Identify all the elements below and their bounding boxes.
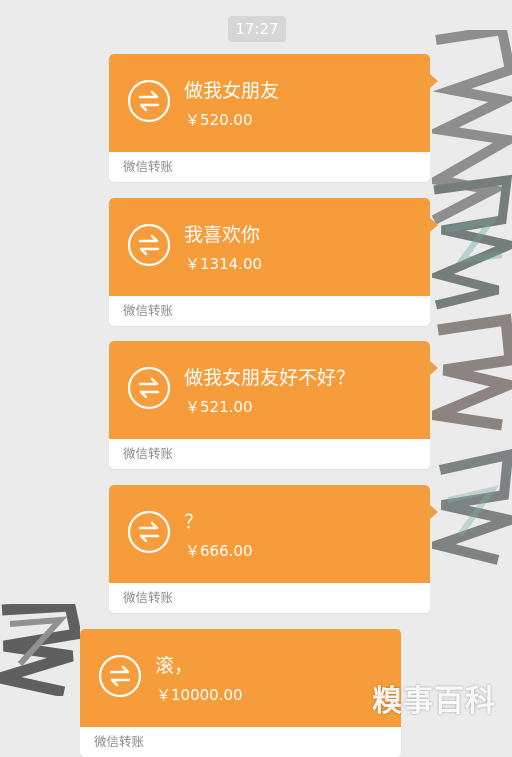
transfer-footer: 微信转账	[80, 727, 401, 757]
transfer-message: 滚，	[155, 655, 194, 677]
transfer-message: 我喜欢你	[184, 224, 261, 246]
transfer-footer: 微信转账	[109, 583, 430, 613]
transfer-message: 做我女朋友好不好？	[184, 367, 356, 389]
bubble-tail	[430, 74, 438, 88]
transfer-message: 做我女朋友	[184, 80, 280, 102]
transfer-arrows-icon	[127, 510, 171, 554]
transfer-message: ？	[184, 511, 204, 533]
transfer-amount: ￥520.00	[185, 111, 253, 129]
message-timestamp: 17:27	[228, 16, 286, 42]
transfer-arrows-icon	[127, 366, 171, 410]
transfer-arrows-icon	[98, 654, 142, 698]
transfer-card[interactable]: ？ ￥666.00 微信转账	[109, 485, 438, 613]
transfer-amount: ￥666.00	[185, 542, 253, 560]
transfer-card[interactable]: 滚， ￥10000.00 微信转账	[80, 629, 401, 757]
watermark: 糗事百科	[372, 684, 496, 719]
transfer-footer: 微信转账	[109, 152, 430, 182]
bubble-tail	[430, 218, 438, 232]
transfer-card[interactable]: 做我女朋友 ￥520.00 微信转账	[109, 54, 438, 182]
transfer-arrows-icon	[127, 79, 171, 123]
bubble-tail	[430, 361, 438, 375]
transfer-card-body: 做我女朋友 ￥520.00	[109, 54, 430, 152]
transfer-card-body: 做我女朋友好不好？ ￥521.00	[109, 341, 430, 439]
transfer-amount: ￥521.00	[185, 398, 253, 416]
transfer-arrows-icon	[127, 223, 171, 267]
transfer-footer: 微信转账	[109, 296, 430, 326]
transfer-amount: ￥1314.00	[185, 255, 263, 273]
redacted-avatar-icon	[432, 30, 512, 565]
transfer-card-body: 滚， ￥10000.00	[80, 629, 401, 727]
transfer-card[interactable]: 我喜欢你 ￥1314.00 微信转账	[109, 198, 438, 326]
bubble-tail	[430, 505, 438, 519]
transfer-card-body: 我喜欢你 ￥1314.00	[109, 198, 430, 296]
transfer-amount: ￥10000.00	[156, 686, 243, 704]
redacted-avatar-icon	[0, 604, 80, 696]
transfer-card-body: ？ ￥666.00	[109, 485, 430, 583]
transfer-footer: 微信转账	[109, 439, 430, 469]
chat-screen: { "time_badge": "17:27", "transfers": [ …	[0, 0, 512, 757]
transfer-card[interactable]: 做我女朋友好不好？ ￥521.00 微信转账	[109, 341, 438, 469]
